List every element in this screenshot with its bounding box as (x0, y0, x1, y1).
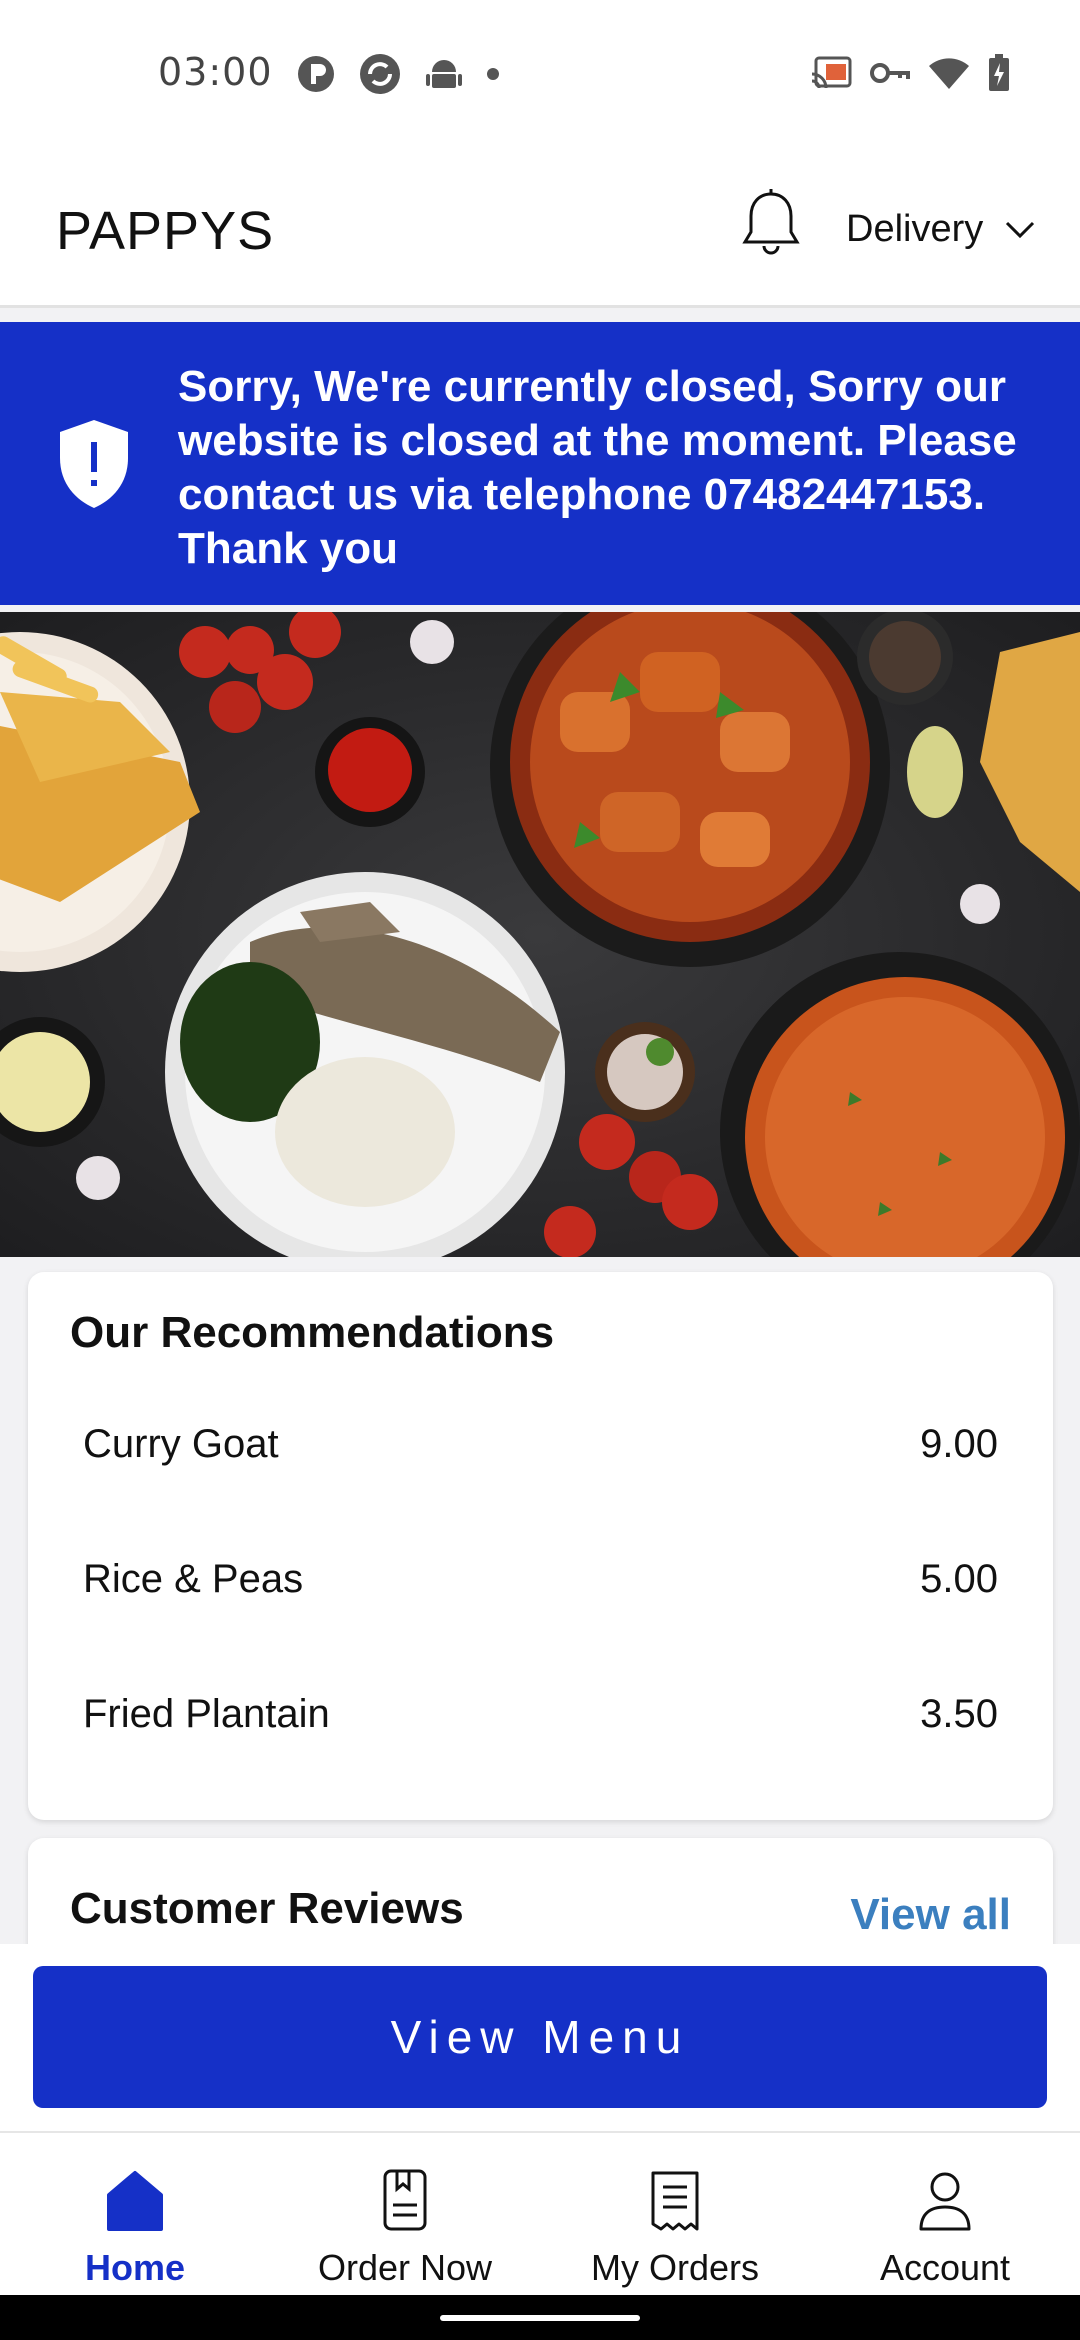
p-badge-icon (298, 56, 334, 92)
status-notification-icons (296, 52, 500, 96)
bell-icon[interactable] (740, 188, 802, 260)
menu-book-icon (383, 2169, 427, 2231)
home-gesture-handle[interactable] (440, 2315, 640, 2321)
nav-my-orders-label: My Orders (590, 2247, 759, 2288)
system-gesture-bar (0, 2295, 1080, 2340)
wifi-icon (929, 58, 969, 89)
user-icon (919, 2172, 971, 2231)
android-icon (426, 60, 462, 88)
nav-order-now-label: Order Now (317, 2247, 493, 2288)
cast-icon (811, 56, 852, 89)
customer-reviews-title: Customer Reviews (70, 1884, 464, 1933)
dot-icon (487, 68, 499, 80)
recommendation-item-price: 3.50 (920, 1691, 998, 1736)
shield-alert-icon (60, 420, 128, 508)
recommendations-title: Our Recommendations (70, 1308, 555, 1357)
recommendation-item-name: Curry Goat (83, 1421, 279, 1466)
delivery-mode-dropdown[interactable]: Delivery (846, 208, 1035, 251)
nav-order-now[interactable]: Order Now (270, 2133, 540, 2297)
recommendation-item-name: Fried Plantain (83, 1691, 330, 1736)
status-bar: 03:00 (0, 0, 1080, 150)
battery-charging-icon (989, 54, 1009, 91)
view-menu-bar: View Menu (0, 1944, 1080, 2131)
sync-icon (360, 54, 400, 94)
status-system-icons (810, 54, 1010, 92)
chevron-down-icon (1006, 221, 1035, 238)
brand-title: PAPPYS (56, 201, 275, 261)
delivery-mode-label: Delivery (846, 208, 984, 250)
recommendation-item[interactable]: Rice & Peas 5.00 (83, 1549, 998, 1609)
vpn-key-icon (870, 63, 910, 83)
customer-reviews-card: Customer Reviews View all (28, 1838, 1053, 1958)
hero-illustration (0, 612, 1080, 1257)
recommendation-item[interactable]: Fried Plantain 3.50 (83, 1684, 998, 1744)
view-all-reviews-link[interactable]: View all (850, 1890, 1011, 1940)
nav-account-label: Account (879, 2247, 1011, 2288)
nav-home[interactable]: Home (0, 2133, 270, 2297)
nav-account[interactable]: Account (810, 2133, 1080, 2297)
hero-food-image (0, 612, 1080, 1257)
nav-home-label: Home (84, 2247, 186, 2288)
recommendations-card: Our Recommendations Curry Goat 9.00 Rice… (28, 1272, 1053, 1820)
recommendation-item-price: 5.00 (920, 1556, 998, 1601)
receipt-icon (651, 2171, 699, 2231)
home-icon (107, 2171, 163, 2231)
closed-notice-banner: Sorry, We're currently closed, Sorry our… (0, 322, 1080, 605)
recommendation-item-name: Rice & Peas (83, 1556, 304, 1601)
recommendation-item[interactable]: Curry Goat 9.00 (83, 1414, 998, 1474)
bottom-navigation: Home Order Now My Orders Account (0, 2131, 1080, 2295)
view-menu-button[interactable]: View Menu (33, 1966, 1047, 2108)
closed-notice-text: Sorry, We're currently closed, Sorry our… (178, 362, 1017, 573)
app-header: PAPPYS Delivery (0, 150, 1080, 308)
nav-my-orders[interactable]: My Orders (540, 2133, 810, 2297)
recommendation-item-price: 9.00 (920, 1421, 998, 1466)
status-time: 03:00 (158, 50, 273, 94)
